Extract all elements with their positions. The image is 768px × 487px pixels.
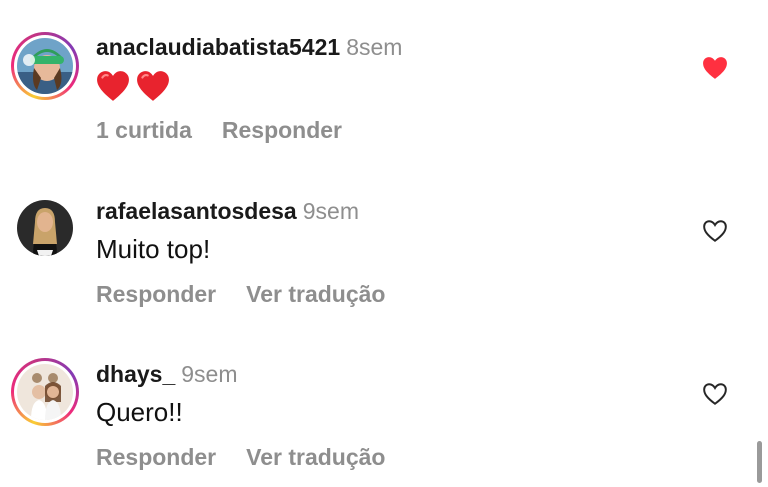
comment-actions: Responder Ver tradução — [96, 443, 415, 471]
heart-outline-icon[interactable] — [702, 219, 728, 243]
comment-header: dhays_ 9sem — [96, 360, 238, 388]
timestamp: 9sem — [302, 198, 359, 224]
heart-outline-icon[interactable] — [702, 382, 728, 406]
comment-actions: Responder Ver tradução — [96, 280, 415, 308]
timestamp: 9sem — [181, 361, 238, 387]
reply-button[interactable]: Responder — [96, 281, 216, 307]
see-translation-button[interactable]: Ver tradução — [246, 281, 385, 307]
avatar-wrap[interactable] — [11, 194, 79, 262]
see-translation-button[interactable]: Ver tradução — [246, 444, 385, 470]
comment-text: Muito top! — [96, 234, 211, 264]
comment-text: Quero!! — [96, 397, 183, 427]
username[interactable]: rafaelasantosdesa — [96, 198, 297, 224]
scrollbar[interactable] — [757, 441, 762, 483]
comment-header: anaclaudiabatista5421 8sem — [96, 33, 402, 61]
red-heart-emoji-icon — [97, 71, 129, 101]
avatar-story-ring[interactable] — [11, 32, 79, 100]
avatar — [17, 364, 73, 420]
red-heart-emoji-icon — [137, 71, 169, 101]
comment-actions: 1 curtida Responder — [96, 116, 372, 144]
comment-header: rafaelasantosdesa 9sem — [96, 197, 359, 225]
likes-count-link[interactable]: 1 curtida — [96, 117, 192, 143]
avatar-story-ring[interactable] — [11, 358, 79, 426]
comment-text — [96, 68, 176, 102]
reply-button[interactable]: Responder — [96, 444, 216, 470]
heart-filled-icon[interactable] — [702, 56, 728, 80]
username[interactable]: anaclaudiabatista5421 — [96, 34, 340, 60]
username[interactable]: dhays_ — [96, 361, 175, 387]
avatar — [17, 38, 73, 94]
timestamp: 8sem — [346, 34, 403, 60]
reply-button[interactable]: Responder — [222, 117, 342, 143]
avatar — [17, 200, 73, 256]
